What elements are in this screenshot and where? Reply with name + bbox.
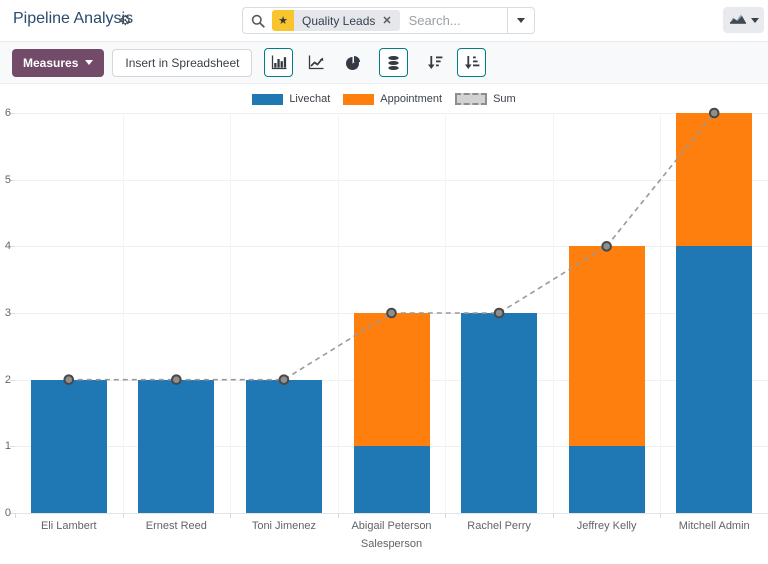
sum-point[interactable] xyxy=(387,309,396,318)
measures-button[interactable]: Measures xyxy=(12,49,104,77)
y-axis-label: 6 xyxy=(0,107,11,119)
sum-point[interactable] xyxy=(280,375,289,384)
star-icon: ★ xyxy=(272,10,294,31)
y-axis-label: 3 xyxy=(0,307,11,319)
line-chart-icon xyxy=(308,55,324,70)
sum-point[interactable] xyxy=(495,309,504,318)
x-axis-label: Eli Lambert xyxy=(41,520,97,532)
search-facet[interactable]: ★ Quality Leads ✕ xyxy=(272,10,400,31)
caret-down-icon xyxy=(85,60,93,65)
legend-swatch xyxy=(252,94,283,105)
x-axis-label: Rachel Perry xyxy=(467,520,531,532)
caret-down-icon xyxy=(517,18,525,23)
bar-chart-button[interactable] xyxy=(264,48,293,77)
y-axis-label: 0 xyxy=(0,507,11,519)
search-dropdown-toggle[interactable] xyxy=(507,8,534,33)
x-tick-mark xyxy=(660,513,661,518)
y-axis-label: 2 xyxy=(0,374,11,386)
facet-label: Quality Leads xyxy=(302,14,375,28)
sum-point[interactable] xyxy=(64,375,73,384)
sort-ascending-icon xyxy=(464,55,480,70)
sum-point[interactable] xyxy=(172,375,181,384)
x-tick-mark xyxy=(553,513,554,518)
pie-chart-icon xyxy=(346,56,360,70)
y-axis-label: 4 xyxy=(0,240,11,252)
search-bar[interactable]: ★ Quality Leads ✕ Search... xyxy=(242,7,535,34)
x-tick-mark xyxy=(15,513,16,518)
legend-label: Appointment xyxy=(380,93,442,105)
sum-line-layer xyxy=(15,113,768,513)
legend-item-sum[interactable]: Sum xyxy=(455,93,516,105)
x-axis-label: Abigail Peterson xyxy=(351,520,431,532)
legend-item-livechat[interactable]: Livechat xyxy=(252,93,330,105)
sort-ascending-button[interactable] xyxy=(457,48,486,77)
x-axis-label: Mitchell Admin xyxy=(679,520,750,532)
y-axis-label: 5 xyxy=(0,174,11,186)
x-tick-mark xyxy=(338,513,339,518)
search-input[interactable]: Search... xyxy=(409,13,507,28)
caret-down-icon xyxy=(751,18,759,23)
chart-section: LivechatAppointmentSum Salesperson 01234… xyxy=(0,85,768,564)
control-toolbar: Measures Insert in Spreadsheet xyxy=(0,42,768,84)
gear-icon[interactable]: ⚙ xyxy=(119,12,132,29)
x-tick-mark xyxy=(230,513,231,518)
x-axis-label: Jeffrey Kelly xyxy=(577,520,637,532)
x-tick-mark xyxy=(445,513,446,518)
legend-label: Livechat xyxy=(289,93,330,105)
sum-point[interactable] xyxy=(602,242,611,251)
legend-swatch xyxy=(455,93,487,105)
line-chart-button[interactable] xyxy=(301,48,330,77)
area-chart-icon xyxy=(729,12,747,28)
top-navbar: Pipeline Analysis ⚙ ★ Quality Leads ✕ Se… xyxy=(0,0,768,42)
legend-label: Sum xyxy=(493,93,516,105)
page-title: Pipeline Analysis xyxy=(13,10,133,28)
grid-line xyxy=(15,513,768,514)
pie-chart-button[interactable] xyxy=(338,48,367,77)
legend-item-appointment[interactable]: Appointment xyxy=(343,93,442,105)
insert-in-spreadsheet-button[interactable]: Insert in Spreadsheet xyxy=(112,49,252,77)
view-switcher-button[interactable] xyxy=(723,7,764,33)
bar-chart-icon xyxy=(271,55,287,70)
plot-area: Salesperson 0123456Eli LambertErnest Ree… xyxy=(15,113,768,513)
chart-legend: Livechat Appointment Sum xyxy=(0,93,768,105)
sum-point[interactable] xyxy=(710,109,719,118)
x-axis-title: Salesperson xyxy=(361,538,422,550)
x-axis-label: Ernest Reed xyxy=(146,520,207,532)
y-axis-label: 1 xyxy=(0,440,11,452)
sort-descending-button[interactable] xyxy=(420,48,449,77)
pipeline-analysis-app: Pipeline Analysis ⚙ ★ Quality Leads ✕ Se… xyxy=(0,0,768,564)
legend-swatch xyxy=(343,94,374,105)
sort-descending-icon xyxy=(427,55,443,70)
stacked-button[interactable] xyxy=(379,48,408,77)
sum-line xyxy=(69,113,714,380)
x-tick-mark xyxy=(123,513,124,518)
search-icon xyxy=(251,14,265,28)
close-icon[interactable]: ✕ xyxy=(382,14,391,27)
x-axis-label: Toni Jimenez xyxy=(252,520,316,532)
stacked-icon xyxy=(386,55,401,71)
